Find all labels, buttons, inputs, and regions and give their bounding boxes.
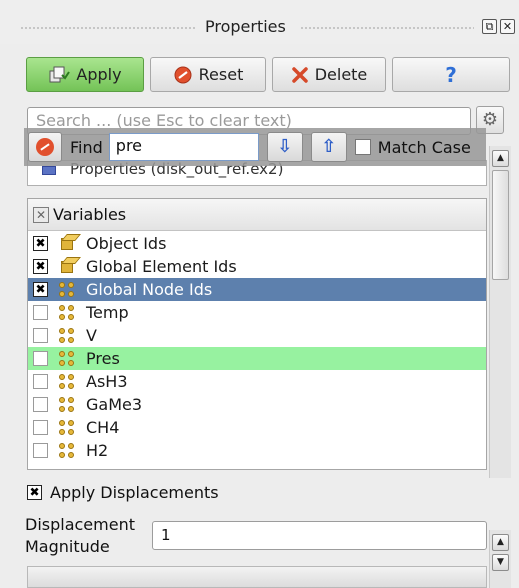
displacement-magnitude-input[interactable]: 1: [152, 521, 487, 550]
variable-checkbox[interactable]: ✖: [33, 282, 48, 297]
close-find-button[interactable]: [28, 132, 62, 162]
point-data-icon: [58, 373, 78, 391]
find-input[interactable]: pre: [108, 133, 259, 161]
variable-row-global-node-ids[interactable]: ✖ Global Node Ids: [28, 278, 486, 301]
variable-checkbox[interactable]: ✖: [33, 259, 48, 274]
point-data-icon: [58, 350, 78, 368]
point-data-icon: [58, 304, 78, 322]
apply-button[interactable]: Apply: [26, 57, 144, 92]
panel-title-bar: Properties ⧉ ✕: [0, 0, 519, 44]
float-panel-button[interactable]: ⧉: [482, 19, 497, 34]
variable-name: AsH3: [86, 372, 128, 391]
point-data-icon: [58, 396, 78, 414]
title-grip-left: [20, 27, 196, 29]
variable-name: Global Node Ids: [86, 280, 213, 299]
variables-header-label: Variables: [53, 205, 127, 224]
variable-row-ch4[interactable]: CH4: [28, 416, 486, 439]
displacement-magnitude-label: Displacement Magnitude: [25, 514, 135, 558]
delete-label: Delete: [314, 65, 368, 84]
arrow-down-icon: ⇩: [277, 136, 293, 157]
variable-name: Object Ids: [86, 234, 167, 253]
displacement-label-line2: Magnitude: [25, 537, 110, 556]
variable-checkbox[interactable]: [33, 328, 48, 343]
match-case-label: Match Case: [377, 137, 471, 157]
variable-name: H2: [86, 441, 109, 460]
reset-button[interactable]: Reset: [150, 57, 266, 92]
find-next-button[interactable]: ⇩: [266, 132, 303, 162]
variable-name: Global Element Ids: [86, 257, 237, 276]
point-data-icon: [58, 327, 78, 345]
next-section-header[interactable]: [27, 566, 487, 588]
variable-name: Temp: [86, 303, 129, 322]
variable-row-temp[interactable]: Temp: [28, 301, 486, 324]
apply-icon: [49, 66, 71, 82]
variable-name: CH4: [86, 418, 120, 437]
scroll-up-arrow-icon[interactable]: ▲: [492, 150, 509, 167]
cell-data-icon: [58, 258, 78, 276]
arrow-up-icon: ⇧: [321, 136, 337, 157]
panel-title: Properties: [205, 17, 286, 36]
point-data-icon: [58, 281, 78, 299]
point-data-icon: [58, 442, 78, 460]
variable-checkbox[interactable]: [33, 443, 48, 458]
variable-row-v[interactable]: V: [28, 324, 486, 347]
scrollbar-thumb[interactable]: [492, 170, 509, 280]
variable-checkbox[interactable]: [33, 374, 48, 389]
help-button[interactable]: ?: [392, 57, 510, 92]
find-previous-button[interactable]: ⇧: [310, 132, 347, 162]
apply-label: Apply: [76, 65, 122, 84]
variable-checkbox[interactable]: [33, 397, 48, 412]
panel-scrollbar[interactable]: ▲: [489, 146, 511, 478]
close-find-icon: [36, 138, 54, 156]
variable-name: Pres: [86, 349, 120, 368]
delete-x-icon: [291, 66, 308, 83]
scroll-up-arrow-icon[interactable]: ▲: [492, 534, 509, 551]
variable-row-pres[interactable]: Pres: [28, 347, 486, 370]
apply-displacements-checkbox[interactable]: ✖: [27, 485, 42, 500]
match-case-checkbox[interactable]: [354, 139, 371, 155]
delete-button[interactable]: Delete: [272, 57, 386, 92]
variable-row-global-element-ids[interactable]: ✖ Global Element Ids: [28, 255, 486, 278]
apply-displacements-option[interactable]: ✖ Apply Displacements: [27, 483, 219, 502]
variables-toggle-all-checkbox[interactable]: ✕: [33, 206, 49, 223]
scroll-down-arrow-icon[interactable]: ▼: [492, 554, 509, 571]
apply-displacements-label: Apply Displacements: [50, 483, 219, 502]
variable-name: V: [86, 326, 97, 345]
variable-checkbox[interactable]: ✖: [33, 236, 48, 251]
title-grip-right: [300, 27, 474, 29]
gear-icon: ⚙: [481, 109, 499, 130]
find-label: Find: [70, 137, 103, 157]
help-question-icon: ?: [445, 62, 457, 87]
panel-scrollbar-lower[interactable]: ▲ ▼: [489, 530, 511, 588]
reset-label: Reset: [198, 65, 244, 84]
variable-row-object-ids[interactable]: ✖ Object Ids: [28, 232, 486, 255]
variable-name: GaMe3: [86, 395, 143, 414]
variable-row-game3[interactable]: GaMe3: [28, 393, 486, 416]
variables-list: ✕ Variables ✖ Object Ids ✖ Global Elemen…: [27, 198, 487, 470]
variable-checkbox[interactable]: [33, 420, 48, 435]
point-data-icon: [58, 419, 78, 437]
variable-checkbox[interactable]: [33, 305, 48, 320]
find-bar: Find pre ⇩ ⇧ Match Case: [24, 128, 486, 166]
variable-row-h2[interactable]: H2: [28, 439, 486, 462]
reset-icon: [174, 66, 192, 83]
cell-data-icon: [58, 235, 78, 253]
variable-checkbox[interactable]: [33, 351, 48, 366]
close-panel-button[interactable]: ✕: [500, 19, 515, 34]
reader-icon: [42, 166, 56, 175]
displacement-label-line1: Displacement: [25, 515, 135, 534]
variables-header[interactable]: ✕ Variables: [28, 199, 486, 231]
variable-row-ash3[interactable]: AsH3: [28, 370, 486, 393]
